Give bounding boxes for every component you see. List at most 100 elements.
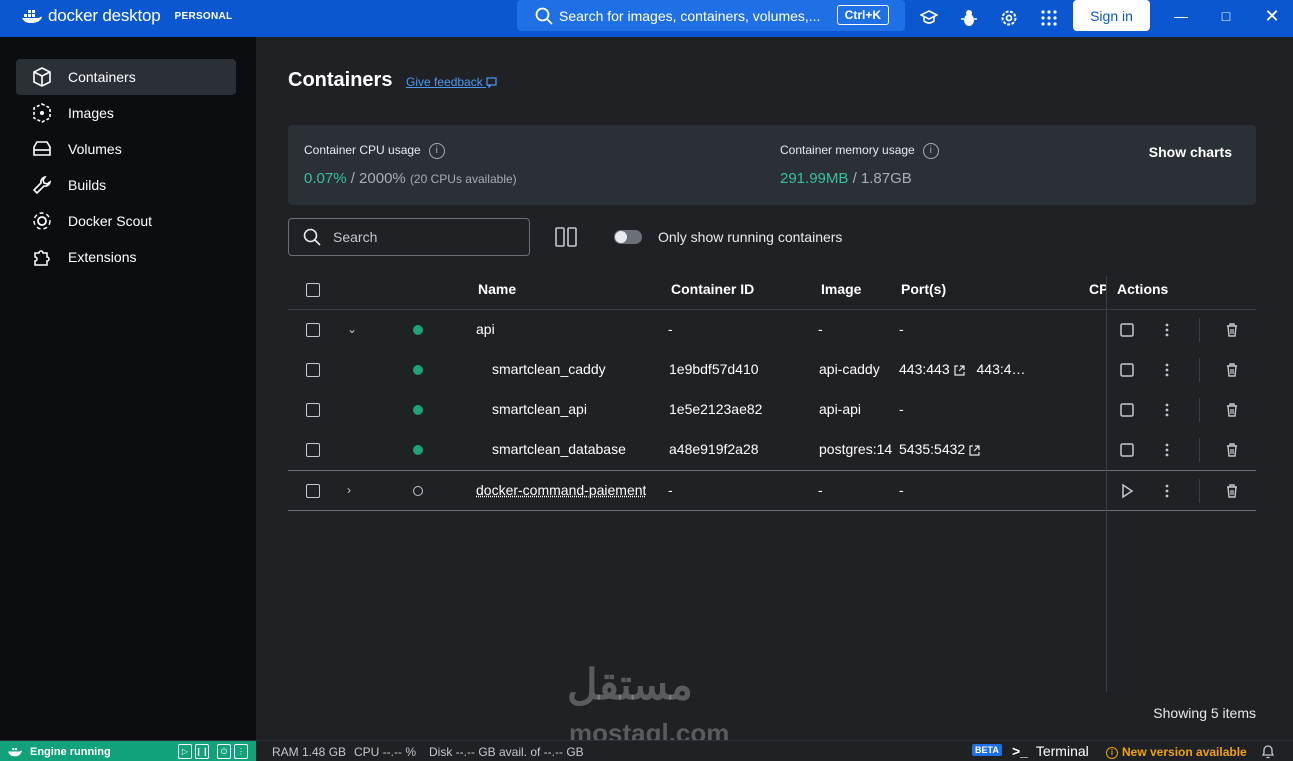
- stop-icon[interactable]: [1119, 442, 1135, 458]
- stop-icon[interactable]: [1119, 362, 1135, 378]
- running-status-icon: [413, 325, 423, 335]
- columns-toggle-icon[interactable]: [555, 227, 577, 247]
- container-name[interactable]: smartclean_database: [492, 441, 626, 457]
- images-icon: [33, 103, 51, 123]
- column-header-container-id[interactable]: Container ID: [671, 281, 754, 297]
- container-id: 1e9bdf57d410: [669, 361, 759, 377]
- more-options-icon[interactable]: ⋮: [234, 744, 248, 759]
- terminal-button[interactable]: >_ Terminal: [1012, 743, 1089, 759]
- port-link[interactable]: 443:443: [899, 361, 950, 377]
- new-version-notice[interactable]: i New version available: [1106, 745, 1247, 759]
- container-image[interactable]: api-api: [819, 401, 861, 417]
- engine-status[interactable]: Engine running ▷ ❙❙ ⏻ ⋮: [0, 741, 256, 761]
- container-image[interactable]: api-caddy: [819, 361, 880, 377]
- power-icon[interactable]: ⏻: [217, 744, 231, 759]
- sidebar-item-containers[interactable]: Containers: [16, 59, 236, 95]
- column-header-cpu[interactable]: CP: [1089, 281, 1107, 297]
- more-options-icon[interactable]: [1159, 362, 1175, 378]
- container-image[interactable]: postgres:14: [819, 441, 897, 457]
- running-only-toggle[interactable]: [614, 230, 642, 244]
- trash-icon[interactable]: [1224, 483, 1240, 499]
- sidebar-item-volumes[interactable]: Volumes: [16, 131, 236, 167]
- container-name[interactable]: smartclean_api: [492, 401, 587, 417]
- play-icon[interactable]: [1119, 483, 1135, 499]
- memory-total: / 1.87GB: [852, 170, 912, 187]
- sidebar-item-extensions[interactable]: Extensions: [16, 239, 236, 275]
- cpu-used: 0.07%: [304, 170, 347, 187]
- trash-icon[interactable]: [1224, 402, 1240, 418]
- container-ports: -: [899, 482, 904, 498]
- show-charts-button[interactable]: Show charts: [1149, 144, 1232, 160]
- column-header-image[interactable]: Image: [821, 281, 861, 297]
- cpu-note: (20 CPUs available): [409, 172, 517, 186]
- search-placeholder: Search: [333, 229, 378, 245]
- row-checkbox[interactable]: [306, 443, 320, 457]
- stop-icon[interactable]: [1119, 322, 1135, 338]
- running-status-icon: [413, 445, 423, 455]
- more-options-icon[interactable]: [1159, 402, 1175, 418]
- divider: [1199, 438, 1200, 462]
- port-link-2[interactable]: 443:4…: [977, 361, 1026, 377]
- sign-in-button[interactable]: Sign in: [1073, 0, 1150, 31]
- sidebar-item-label: Docker Scout: [68, 213, 153, 229]
- chevron-down-icon[interactable]: ⌄: [347, 322, 359, 336]
- column-header-name[interactable]: Name: [478, 281, 516, 297]
- row-checkbox[interactable]: [306, 403, 320, 417]
- stop-icon[interactable]: [1119, 402, 1135, 418]
- container-name[interactable]: api: [476, 321, 495, 337]
- table-row[interactable]: smartclean_api 1e5e2123ae82 api-api -: [288, 390, 1256, 430]
- column-header-actions: Actions: [1117, 281, 1169, 297]
- sidebar-item-images[interactable]: Images: [16, 95, 236, 131]
- maximize-icon[interactable]: □: [1214, 6, 1238, 26]
- global-search[interactable]: Search for images, containers, volumes,.…: [517, 0, 905, 31]
- close-icon[interactable]: ✕: [1260, 6, 1284, 26]
- trash-icon[interactable]: [1224, 322, 1240, 338]
- row-checkbox[interactable]: [306, 363, 320, 377]
- row-checkbox[interactable]: [306, 323, 320, 337]
- chevron-right-icon[interactable]: ›: [347, 483, 359, 497]
- learning-center-icon[interactable]: [919, 8, 939, 28]
- trash-icon[interactable]: [1224, 362, 1240, 378]
- cpu-usage-value: 0.07% / 2000% (20 CPUs available): [304, 170, 517, 187]
- select-all-checkbox[interactable]: [306, 283, 320, 297]
- container-image: -: [818, 482, 823, 498]
- table-row[interactable]: smartclean_database a48e919f2a28 postgre…: [288, 430, 1256, 471]
- trash-icon[interactable]: [1224, 442, 1240, 458]
- apps-grid-icon[interactable]: [1039, 8, 1059, 28]
- table-row[interactable]: ⌄ api - - -: [288, 310, 1256, 350]
- resume-icon[interactable]: ▷: [178, 744, 192, 759]
- give-feedback-link[interactable]: Give feedback: [406, 75, 497, 89]
- row-checkbox[interactable]: [306, 484, 320, 498]
- more-options-icon[interactable]: [1159, 322, 1175, 338]
- container-ports: -: [899, 321, 904, 337]
- bug-icon[interactable]: [959, 8, 979, 28]
- table-row[interactable]: › docker-command-paiement - - -: [288, 471, 1256, 511]
- port-link[interactable]: 5435:5432: [899, 441, 965, 457]
- minimize-icon[interactable]: —: [1169, 6, 1193, 26]
- notifications-bell-icon[interactable]: [1261, 744, 1275, 759]
- title-bar: docker desktop PERSONAL Search for image…: [0, 0, 1293, 37]
- settings-gear-icon[interactable]: [999, 8, 1019, 28]
- container-ports: -: [899, 401, 904, 417]
- container-icon: [33, 67, 51, 87]
- column-header-ports[interactable]: Port(s): [901, 281, 946, 297]
- sidebar-item-label: Images: [68, 105, 114, 121]
- pause-icon[interactable]: ❙❙: [195, 744, 209, 759]
- container-name[interactable]: docker-command-paiement: [476, 482, 646, 498]
- page-title: Containers: [288, 69, 393, 91]
- more-options-icon[interactable]: [1159, 442, 1175, 458]
- give-feedback-label: Give feedback: [406, 75, 483, 89]
- external-link-icon[interactable]: [969, 445, 980, 456]
- sidebar: Containers Images Volumes Builds Docker …: [0, 37, 256, 740]
- info-icon[interactable]: i: [428, 143, 445, 159]
- container-name[interactable]: smartclean_caddy: [492, 361, 606, 377]
- sidebar-item-docker-scout[interactable]: Docker Scout: [16, 203, 236, 239]
- sidebar-item-builds[interactable]: Builds: [16, 167, 236, 203]
- table-row[interactable]: smartclean_caddy 1e9bdf57d410 api-caddy …: [288, 350, 1256, 390]
- search-icon: [303, 228, 321, 246]
- search-input[interactable]: Search: [288, 218, 530, 256]
- global-search-text: Search for images, containers, volumes,.…: [559, 7, 821, 24]
- external-link-icon[interactable]: [954, 365, 965, 376]
- info-icon[interactable]: i: [922, 143, 939, 159]
- more-options-icon[interactable]: [1159, 483, 1175, 499]
